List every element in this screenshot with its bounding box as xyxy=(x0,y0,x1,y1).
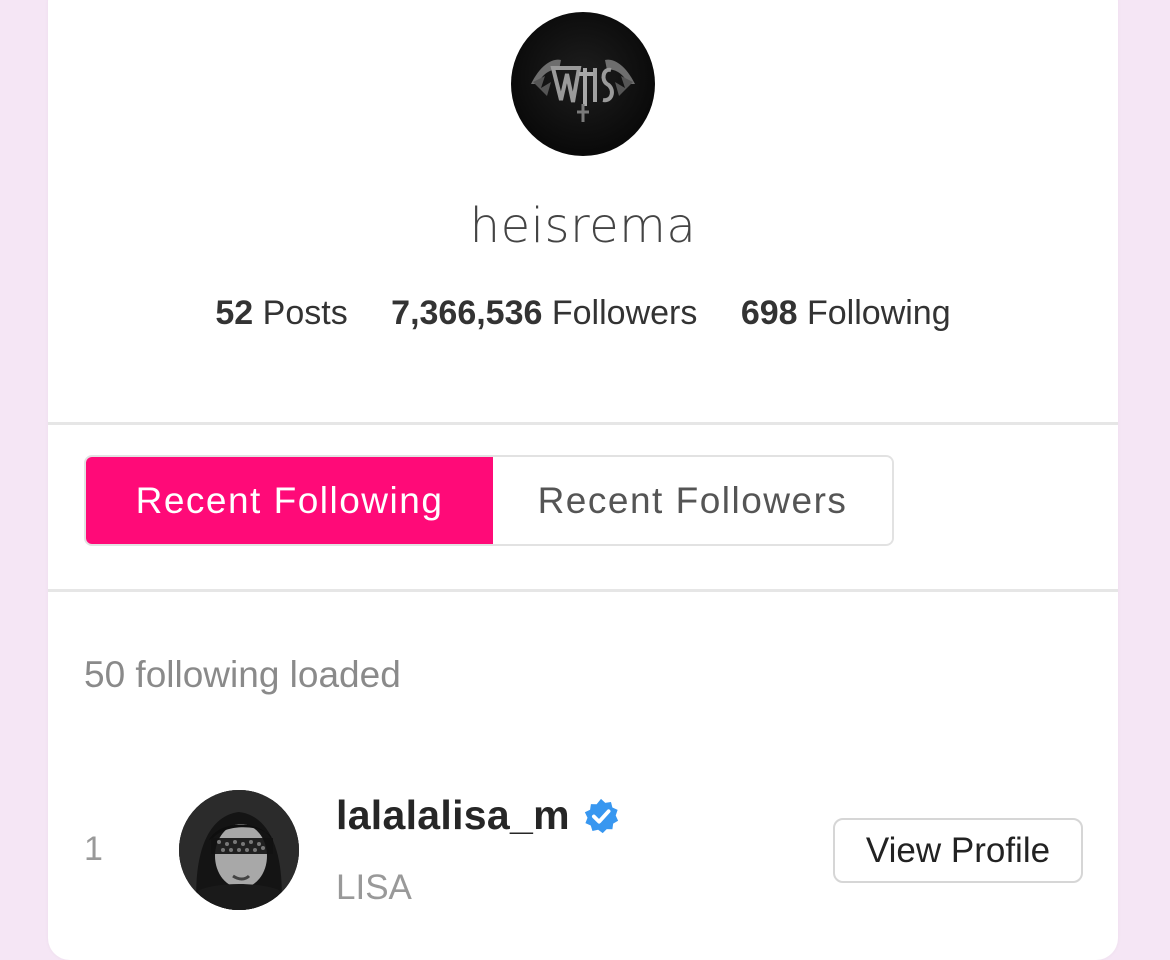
loaded-status: 50 following loaded xyxy=(84,654,401,695)
list-item-username[interactable]: lalalalisa_m xyxy=(336,792,620,839)
list-item-fullname: LISA xyxy=(336,868,412,907)
profile-avatar[interactable] xyxy=(511,12,655,156)
stat-following-count: 698 xyxy=(740,294,798,332)
view-profile-button[interactable]: View Profile xyxy=(833,818,1083,883)
list-item-username-text: lalalalisa_m xyxy=(336,792,570,838)
tab-recent-following[interactable]: Recent Following xyxy=(86,457,493,544)
profile-logo-icon xyxy=(531,59,635,122)
stat-posts: 52 Posts xyxy=(215,294,347,333)
stat-followers-count: 7,366,536 xyxy=(391,294,543,332)
divider xyxy=(48,422,1118,425)
stat-followers: 7,366,536 Followers xyxy=(391,294,697,333)
tab-switcher: Recent Following Recent Followers xyxy=(84,455,894,546)
avatar[interactable] xyxy=(179,790,299,910)
tab-recent-followers[interactable]: Recent Followers xyxy=(493,457,892,544)
stat-following-label: Following xyxy=(807,294,951,332)
stat-posts-label: Posts xyxy=(262,294,348,332)
stat-following: 698 Following xyxy=(741,294,951,333)
avatar-photo xyxy=(179,790,299,910)
stat-followers-label: Followers xyxy=(551,294,698,332)
profile-username: heisrema xyxy=(469,198,697,254)
profile-stats: 52 Posts 7,366,536 Followers 698 Followi… xyxy=(0,294,1166,333)
stat-posts-count: 52 xyxy=(215,294,254,332)
verified-badge-icon xyxy=(584,798,618,833)
list-item-index: 1 xyxy=(84,830,103,868)
divider xyxy=(48,589,1118,592)
